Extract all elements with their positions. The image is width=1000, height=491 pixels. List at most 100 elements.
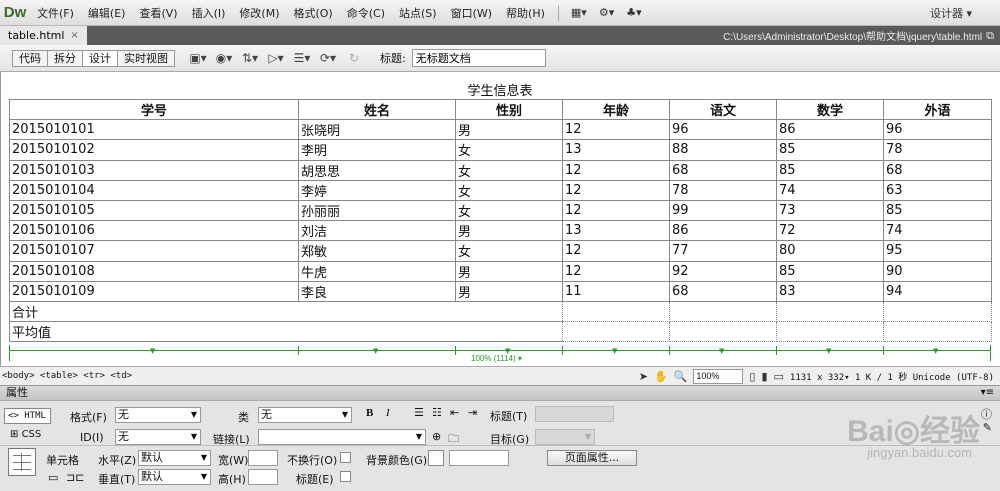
- table-cell[interactable]: 12: [562, 119, 670, 141]
- menu-site[interactable]: 站点(S): [392, 5, 444, 21]
- table-cell[interactable]: 2015010103: [9, 159, 299, 181]
- menu-insert[interactable]: 插入(I): [185, 5, 233, 21]
- ordered-list-icon[interactable]: ☷: [432, 406, 442, 419]
- zoom-icon[interactable]: 🔍: [674, 370, 688, 383]
- table-cell[interactable]: 85: [776, 260, 884, 282]
- table-caption[interactable]: 学生信息表: [9, 80, 991, 99]
- table-cell[interactable]: 94: [883, 280, 992, 302]
- table-cell[interactable]: 85: [776, 139, 884, 161]
- table-cell[interactable]: 99: [669, 199, 777, 222]
- css-mode-button[interactable]: ⊞ CSS: [10, 429, 41, 440]
- table-cell[interactable]: 73: [776, 199, 884, 222]
- table-cell[interactable]: 78: [669, 179, 777, 201]
- table-cell[interactable]: 12: [562, 240, 670, 262]
- table-cell[interactable]: 86: [669, 220, 777, 242]
- mobile-size-icon[interactable]: ▯: [749, 370, 755, 383]
- live-view-button[interactable]: 实时视图: [117, 49, 175, 67]
- header-gender[interactable]: 性别: [455, 98, 563, 121]
- panel-menu-icon[interactable]: ▾≡: [981, 386, 994, 400]
- unordered-list-icon[interactable]: ☰: [414, 406, 424, 419]
- id-select[interactable]: 无 ▼: [115, 429, 201, 445]
- width-input[interactable]: [248, 450, 278, 466]
- column-menu-icon[interactable]: ▼: [612, 348, 617, 355]
- table-cell[interactable]: 女: [455, 159, 563, 181]
- empty-cell[interactable]: [562, 300, 670, 323]
- restore-icon[interactable]: ⧉: [986, 29, 1000, 43]
- table-cell[interactable]: 李婷: [298, 179, 456, 201]
- table-cell[interactable]: 12: [562, 159, 670, 181]
- table-cell[interactable]: 88: [669, 139, 777, 161]
- height-input[interactable]: [248, 469, 278, 485]
- gear-icon[interactable]: ⚙▾: [593, 6, 620, 19]
- table-cell[interactable]: 13: [562, 220, 670, 242]
- table-cell[interactable]: 胡思思: [298, 159, 456, 181]
- header-math[interactable]: 数学: [776, 98, 884, 121]
- table-cell[interactable]: 92: [669, 260, 777, 282]
- class-select[interactable]: 无 ▼: [258, 407, 352, 423]
- column-menu-icon[interactable]: ▼: [933, 348, 938, 355]
- help-icon[interactable]: ⓘ: [981, 406, 992, 422]
- table-cell[interactable]: 90: [883, 260, 992, 282]
- split-view-button[interactable]: 拆分: [47, 49, 83, 67]
- table-cell[interactable]: 78: [883, 139, 992, 161]
- table-cell[interactable]: 男: [455, 260, 563, 282]
- table-cell[interactable]: 12: [562, 199, 670, 222]
- empty-cell[interactable]: [883, 321, 992, 343]
- table-cell[interactable]: 李明: [298, 139, 456, 161]
- design-view-button[interactable]: 设计: [82, 49, 118, 67]
- menu-view[interactable]: 查看(V): [132, 5, 184, 21]
- layout-icon[interactable]: ▦▾: [565, 6, 593, 19]
- refresh-icon[interactable]: ↻: [344, 49, 364, 67]
- page-properties-button[interactable]: 页面属性...: [547, 450, 637, 466]
- color-picker-icon[interactable]: [428, 450, 444, 466]
- table-cell[interactable]: 女: [455, 199, 563, 222]
- table-cell[interactable]: 2015010104: [9, 179, 299, 201]
- tag-selector[interactable]: <body> <table> <tr> <td>: [0, 371, 132, 381]
- bold-button[interactable]: B: [366, 407, 373, 419]
- empty-cell[interactable]: [669, 300, 777, 323]
- document-tab[interactable]: table.html ×: [0, 26, 87, 45]
- table-cell[interactable]: 女: [455, 179, 563, 201]
- table-cell[interactable]: 96: [883, 119, 992, 141]
- table-cell[interactable]: 68: [669, 159, 777, 181]
- pointer-icon[interactable]: ➤: [639, 370, 648, 383]
- header-chinese[interactable]: 语文: [669, 98, 777, 121]
- table-cell[interactable]: 郑敏: [298, 240, 456, 262]
- table-cell[interactable]: 2015010109: [9, 280, 299, 302]
- empty-cell[interactable]: [776, 300, 884, 323]
- indent-icon[interactable]: ⇥: [468, 406, 477, 419]
- vert-select[interactable]: 默认 ▼: [138, 469, 211, 485]
- table-cell[interactable]: 12: [562, 260, 670, 282]
- table-cell[interactable]: 86: [776, 119, 884, 141]
- menu-commands[interactable]: 命令(C): [340, 5, 392, 21]
- table-cell[interactable]: 女: [455, 240, 563, 262]
- nowrap-checkbox[interactable]: [340, 452, 351, 463]
- window-size-info[interactable]: 1131 x 332▾ 1 K / 1 秒 Unicode (UTF-8): [790, 370, 994, 383]
- table-cell[interactable]: 牛虎: [298, 260, 456, 282]
- site-icon[interactable]: ♣▾: [620, 6, 647, 19]
- file-management-icon[interactable]: ⇅▾: [240, 49, 260, 67]
- preview-icon[interactable]: ◉▾: [214, 49, 234, 67]
- header-english[interactable]: 外语: [883, 98, 992, 121]
- table-cell[interactable]: 68: [669, 280, 777, 302]
- table-cell[interactable]: 11: [562, 280, 670, 302]
- target-select[interactable]: ▼: [535, 429, 595, 445]
- average-label-cell[interactable]: 平均值: [9, 321, 563, 343]
- table-cell[interactable]: 男: [455, 220, 563, 242]
- menu-window[interactable]: 窗口(W): [444, 5, 499, 21]
- table-cell[interactable]: 2015010106: [9, 220, 299, 242]
- table-cell[interactable]: 2015010108: [9, 260, 299, 282]
- table-width-label[interactable]: 100% (1114) ▾: [469, 354, 524, 363]
- point-to-file-icon[interactable]: ⊕: [432, 430, 441, 443]
- check-browser-icon[interactable]: ⟳▾: [318, 49, 338, 67]
- folder-icon[interactable]: 🗀: [448, 430, 459, 449]
- properties-panel-header[interactable]: 属性 ▾≡: [0, 385, 1000, 401]
- table-cell[interactable]: 张晓明: [298, 119, 456, 141]
- title-input[interactable]: [411, 49, 546, 67]
- table-cell[interactable]: 男: [455, 280, 563, 302]
- table-cell[interactable]: 74: [776, 179, 884, 201]
- table-cell[interactable]: 72: [776, 220, 884, 242]
- empty-cell[interactable]: [883, 300, 992, 323]
- header-student-id[interactable]: 学号: [9, 98, 299, 121]
- workspace-switcher[interactable]: 设计器 ▾: [930, 5, 972, 21]
